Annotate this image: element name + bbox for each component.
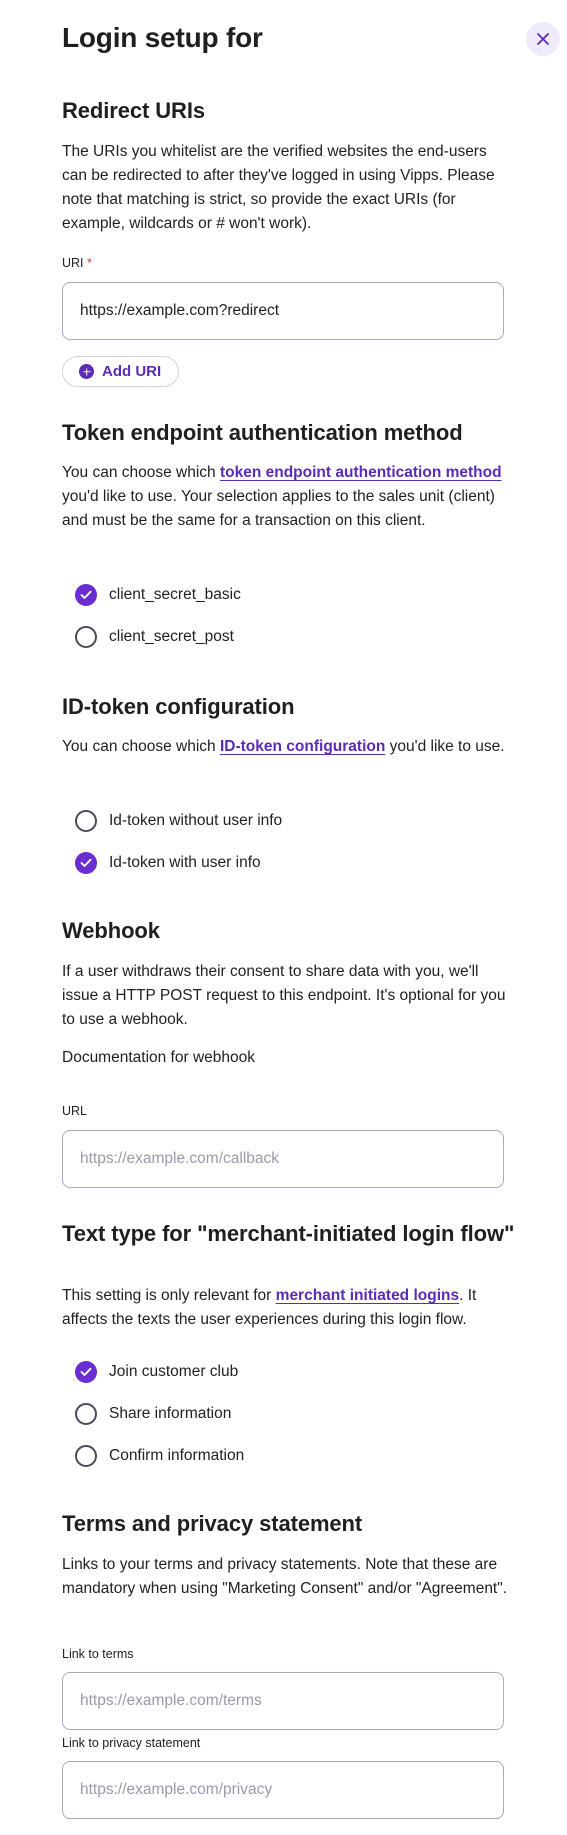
radio-label: Join customer club: [109, 1363, 239, 1380]
idtoken-desc-post: you'd like to use.: [385, 738, 505, 755]
radio-label: Id-token with user info: [109, 854, 261, 871]
check-icon: [80, 590, 92, 599]
idtoken-description: You can choose which ID-token configurat…: [62, 735, 512, 759]
page-title: Login setup for: [62, 22, 263, 53]
radio-confirm-information[interactable]: Confirm information: [75, 1445, 244, 1467]
radio-indicator: [75, 1445, 97, 1467]
check-icon: [80, 858, 92, 867]
uri-label: URI *: [62, 256, 92, 270]
redirect-heading: Redirect URIs: [62, 98, 205, 123]
radio-client-secret-post[interactable]: client_secret_post: [75, 626, 234, 648]
webhook-documentation-link[interactable]: Documentation for webhook: [62, 1049, 255, 1067]
add-uri-label: Add URI: [102, 363, 162, 380]
radio-indicator: [75, 1361, 97, 1383]
redirect-description: The URIs you whitelist are the verified …: [62, 143, 495, 232]
radio-label: client_secret_post: [109, 628, 234, 645]
uri-label-text: URI: [62, 256, 84, 270]
radio-idtoken-with-user-info[interactable]: Id-token with user info: [75, 852, 261, 874]
url-label: URL: [62, 1104, 88, 1118]
add-uri-button[interactable]: Add URI: [62, 356, 180, 387]
token-heading: Token endpoint authentication method: [62, 420, 463, 445]
webhook-description: If a user withdraws their consent to sha…: [62, 963, 506, 1028]
token-desc-post: you'd like to use. Your selection applie…: [62, 488, 495, 529]
idtoken-heading: ID-token configuration: [62, 694, 295, 719]
webhook-heading: Webhook: [62, 918, 160, 943]
radio-indicator: [75, 852, 97, 874]
terms-link-label: Link to terms: [62, 1647, 134, 1661]
radio-indicator: [75, 584, 97, 606]
radio-indicator: [75, 810, 97, 832]
token-desc-pre: You can choose which: [62, 464, 220, 481]
merchant-initiated-logins-link[interactable]: merchant initiated logins: [276, 1287, 459, 1304]
login-setup-panel: Login setup for Redirect URIs The URIs y…: [0, 0, 567, 1835]
webhook-url-input[interactable]: [62, 1130, 504, 1188]
idtoken-desc-pre: You can choose which: [62, 738, 220, 755]
radio-label: client_secret_basic: [109, 586, 241, 603]
terms-heading: Terms and privacy statement: [62, 1511, 363, 1536]
privacy-link-label: Link to privacy statement: [62, 1736, 201, 1750]
radio-label: Confirm information: [109, 1447, 245, 1464]
token-description: You can choose which token endpoint auth…: [62, 461, 512, 533]
close-icon: [537, 33, 549, 45]
privacy-url-input[interactable]: [62, 1761, 504, 1819]
close-button[interactable]: [526, 22, 560, 56]
radio-indicator: [75, 626, 97, 648]
radio-share-information[interactable]: Share information: [75, 1403, 231, 1425]
radio-client-secret-basic[interactable]: client_secret_basic: [75, 584, 241, 606]
required-mark: *: [83, 256, 92, 270]
texttype-heading: Text type for "merchant-initiated login …: [62, 1221, 515, 1246]
texttype-description: This setting is only relevant for mercha…: [62, 1284, 512, 1332]
radio-idtoken-without-user-info[interactable]: Id-token without user info: [75, 810, 282, 832]
plus-circle-icon: [79, 364, 94, 379]
radio-join-customer-club[interactable]: Join customer club: [75, 1361, 238, 1383]
radio-indicator: [75, 1403, 97, 1425]
uri-input[interactable]: [62, 282, 504, 340]
radio-label: Share information: [109, 1405, 232, 1422]
idtoken-config-link[interactable]: ID-token configuration: [220, 738, 385, 755]
radio-label: Id-token without user info: [109, 812, 283, 829]
check-icon: [80, 1367, 92, 1376]
terms-description: Links to your terms and privacy statemen…: [62, 1556, 508, 1597]
texttype-desc-pre: This setting is only relevant for: [62, 1287, 276, 1304]
token-endpoint-link[interactable]: token endpoint authentication method: [220, 464, 502, 481]
terms-url-input[interactable]: [62, 1672, 504, 1730]
